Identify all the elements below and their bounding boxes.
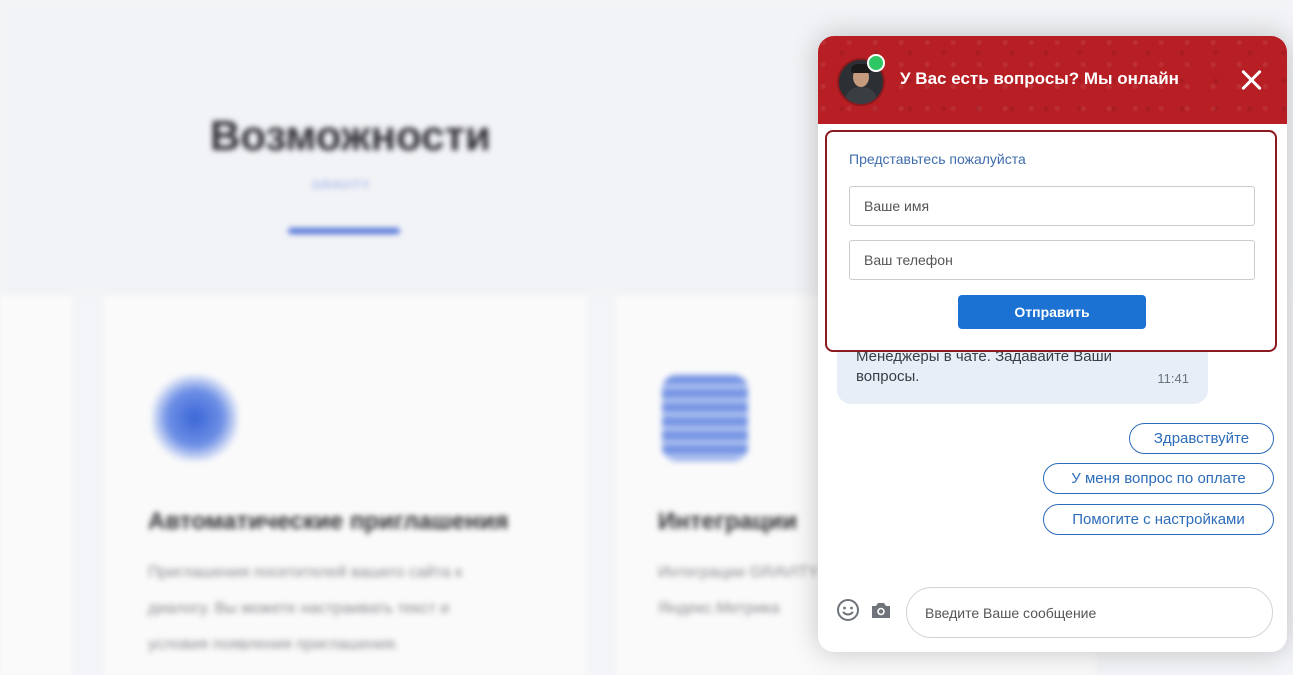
submit-button[interactable]: Отправить <box>958 295 1146 329</box>
smile-icon[interactable] <box>836 598 860 622</box>
online-status-indicator <box>867 54 885 72</box>
chat-header: У Вас есть вопросы? Мы онлайн <box>818 36 1287 124</box>
quick-reply-hello[interactable]: Здравствуйте <box>1129 423 1274 454</box>
message-text: Менеджеры в чате. Задавайте Ваши вопросы… <box>856 348 1113 385</box>
message-time: 11:41 <box>1157 371 1189 386</box>
quick-reply-payment[interactable]: У меня вопрос по оплате <box>1043 463 1274 494</box>
introduce-label: Представьтесь пожалуйста <box>849 151 1026 167</box>
name-input[interactable] <box>849 186 1255 226</box>
feature-card-title: Автоматические приглашения <box>148 508 509 535</box>
phone-input[interactable] <box>849 240 1255 280</box>
integrations-feature-icon <box>662 375 748 461</box>
title-underline <box>288 228 400 234</box>
message-input[interactable] <box>906 587 1273 638</box>
feature-card <box>0 295 72 675</box>
quick-reply-settings[interactable]: Помогите с настройками <box>1043 504 1274 535</box>
chat-widget: У Вас есть вопросы? Мы онлайн Менеджеры … <box>818 36 1287 652</box>
feature-card-title: Интеграции <box>658 508 798 535</box>
features-subtitle: GRAVITY <box>312 178 371 192</box>
feature-card-text: Приглашения посетителей вашего сайта к д… <box>148 564 463 653</box>
introduce-form: Представьтесь пожалуйста Отправить <box>825 130 1277 352</box>
close-icon[interactable] <box>1238 67 1264 93</box>
chat-title: У Вас есть вопросы? Мы онлайн <box>900 69 1179 88</box>
invitation-feature-icon <box>152 375 238 461</box>
features-title: Возможности <box>210 112 491 159</box>
camera-icon[interactable] <box>869 598 893 622</box>
feature-card-text: Интеграции GRAVITY с Яндекс.Метрика <box>658 564 831 617</box>
